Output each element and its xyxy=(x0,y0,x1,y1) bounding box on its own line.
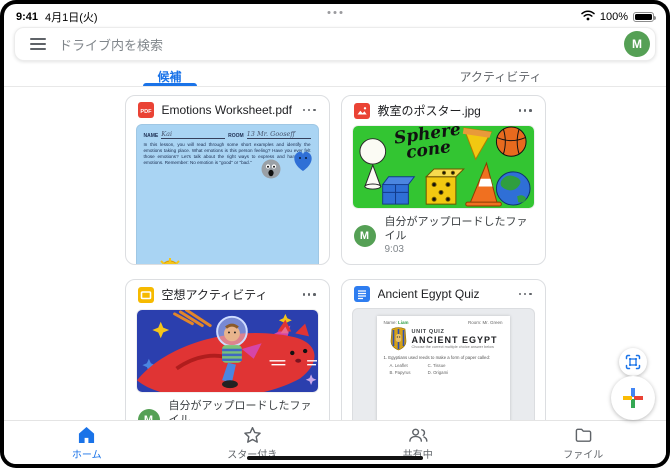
star-icon xyxy=(243,426,262,444)
scan-document-button[interactable] xyxy=(619,348,647,376)
battery-percent: 100% xyxy=(600,11,628,23)
quiz-name-label: Name: xyxy=(384,320,397,325)
home-icon xyxy=(77,426,96,444)
slides-file-icon xyxy=(138,287,154,303)
status-date: 4月1日(火) xyxy=(45,9,98,25)
shocked-emoji xyxy=(259,157,283,181)
status-right: 100% xyxy=(581,10,654,24)
quiz-room: Room: Mr. Green xyxy=(468,320,503,325)
worksheet-room-label: ROOM xyxy=(228,133,244,139)
quiz-title: ANCIENT EGYPT xyxy=(412,335,498,345)
more-options-button[interactable] xyxy=(302,106,317,115)
quiz-option-b: B. Papyrus xyxy=(390,369,428,376)
worksheet-headline: How Does xyxy=(141,261,318,265)
nav-files[interactable]: ファイル xyxy=(501,421,667,464)
quiz-subtitle: Choose the correct multiple choice answe… xyxy=(412,345,498,349)
suggested-files-grid: PDF Emotions Worksheet.pdf NAME Kai ROOM… xyxy=(4,95,666,464)
ipad-frame: 9:41 4月1日(火) 100% ドライブ内を検索 M 候補 アクティビティ xyxy=(0,0,670,468)
nav-home-label: ホーム xyxy=(72,446,102,461)
nav-home[interactable]: ホーム xyxy=(4,421,170,464)
svg-text:PDF: PDF xyxy=(140,109,152,115)
battery-icon xyxy=(633,12,654,22)
file-thumbnail: NAME Kai ROOM 13 Mr. Gooseff In this les… xyxy=(136,124,319,265)
status-left: 9:41 4月1日(火) xyxy=(16,9,98,25)
pharaoh-mask-art xyxy=(390,327,407,351)
tab-active-underline xyxy=(143,83,197,86)
file-thumbnail: Sphere cone xyxy=(352,125,535,209)
status-bar: 9:41 4月1日(火) 100% xyxy=(4,4,666,24)
tab-bar: 候補 アクティビティ xyxy=(4,66,666,87)
search-input[interactable]: ドライブ内を検索 xyxy=(59,35,611,54)
space-cat-drawing xyxy=(137,310,318,392)
file-card-emotions-worksheet[interactable]: PDF Emotions Worksheet.pdf NAME Kai ROOM… xyxy=(125,95,330,265)
quiz-option-c: C. Tissue xyxy=(428,362,466,369)
more-options-button[interactable] xyxy=(302,290,317,299)
multitask-dots-icon xyxy=(328,11,343,14)
quiz-name-value: Liam xyxy=(398,320,409,325)
file-subtitle: 自分がアップロードしたファイル xyxy=(385,216,533,244)
nav-files-label: ファイル xyxy=(563,446,603,461)
tab-activity[interactable]: アクティビティ xyxy=(335,66,666,86)
account-avatar[interactable]: M xyxy=(624,31,650,57)
file-title: 教室のポスター.jpg xyxy=(378,102,510,119)
docs-file-icon xyxy=(354,286,370,302)
shared-people-icon xyxy=(408,426,428,444)
create-plus-icon xyxy=(622,387,644,409)
folder-icon xyxy=(574,426,593,444)
file-title: Ancient Egypt Quiz xyxy=(378,287,510,301)
more-options-button[interactable] xyxy=(518,106,533,115)
pdf-file-icon: PDF xyxy=(138,102,154,118)
scan-document-icon xyxy=(625,354,641,370)
create-new-button[interactable] xyxy=(611,376,655,420)
quiz-question: 1. Egyptians used reeds to make a form o… xyxy=(384,355,503,360)
file-time: 9:03 xyxy=(385,244,533,257)
worksheet-body-text: In this lesson, you will read through so… xyxy=(144,142,311,166)
more-options-button[interactable] xyxy=(518,290,533,299)
worksheet-name-value: Kai xyxy=(161,130,225,139)
quiz-option-a: A. Leaflet xyxy=(390,362,428,369)
status-time: 9:41 xyxy=(16,11,38,23)
file-card-classroom-poster[interactable]: 教室のポスター.jpg xyxy=(341,95,546,265)
worksheet-room-value: 13 Mr. Gooseff xyxy=(247,130,311,139)
blue-emoji xyxy=(290,147,316,173)
search-bar[interactable]: ドライブ内を検索 M xyxy=(14,27,656,61)
wifi-icon xyxy=(581,10,595,24)
home-indicator[interactable] xyxy=(247,456,423,460)
menu-icon[interactable] xyxy=(30,38,46,50)
file-title: 空想アクティビティ xyxy=(162,286,294,303)
image-file-icon xyxy=(354,103,370,119)
worksheet-name-label: NAME xyxy=(144,133,159,139)
owner-avatar: M xyxy=(354,225,376,247)
quiz-option-d: D. Origami xyxy=(428,369,466,376)
file-title: Emotions Worksheet.pdf xyxy=(162,103,294,117)
file-thumbnail xyxy=(136,309,319,393)
drive-app-screen: 9:41 4月1日(火) 100% ドライブ内を検索 M 候補 アクティビティ xyxy=(4,4,666,464)
